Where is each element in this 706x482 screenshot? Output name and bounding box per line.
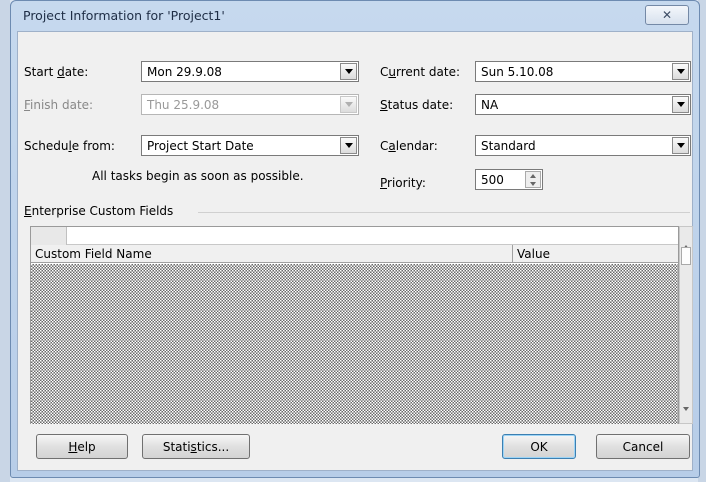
status-date-value: NA <box>481 98 499 112</box>
calendar-value: Standard <box>481 139 536 153</box>
label-text: inish date: <box>30 98 94 112</box>
chevron-down-icon[interactable] <box>672 137 689 154</box>
access-key: E <box>24 204 32 218</box>
column-header-custom-field-name[interactable]: Custom Field Name <box>35 247 152 261</box>
status-date-dropdown[interactable]: NA <box>475 94 691 115</box>
label-text: e from: <box>71 139 115 153</box>
title-bar[interactable]: Project Information for 'Project1' ✕ <box>11 1 699 31</box>
grid-edit-row[interactable] <box>31 227 678 245</box>
start-date-label: Start date: <box>24 65 88 79</box>
chevron-down-icon[interactable] <box>672 63 689 80</box>
grid-vertical-scrollbar[interactable] <box>679 226 693 425</box>
priority-label: Priority: <box>380 176 426 190</box>
column-divider[interactable] <box>512 245 513 263</box>
grid-header: Custom Field Name Value <box>31 245 678 263</box>
chevron-down-icon[interactable] <box>340 137 357 154</box>
spin-up-icon[interactable] <box>526 172 540 180</box>
chevron-down-icon[interactable] <box>340 63 357 80</box>
button-label: elp <box>77 439 96 454</box>
current-date-dropdown[interactable]: Sun 5.10.08 <box>475 61 691 82</box>
column-header-value[interactable]: Value <box>517 247 550 261</box>
close-icon: ✕ <box>661 8 673 22</box>
start-date-dropdown[interactable]: Mon 29.9.08 <box>141 61 359 82</box>
access-key: a <box>388 139 396 153</box>
section-divider <box>198 212 690 213</box>
button-label: Stati <box>162 439 191 454</box>
access-key: P <box>380 176 388 190</box>
finish-date-value: Thu 25.9.08 <box>147 98 220 112</box>
project-information-dialog: Project Information for 'Project1' ✕ Sta… <box>10 0 700 478</box>
access-key: S <box>380 98 388 112</box>
chevron-down-icon <box>340 96 357 113</box>
button-label: tics... <box>196 439 230 454</box>
schedule-from-value: Project Start Date <box>147 139 254 153</box>
access-key: d <box>57 65 65 79</box>
priority-value[interactable]: 500 <box>481 173 504 187</box>
label-text: Start <box>24 65 58 79</box>
custom-fields-grid[interactable]: Custom Field Name Value <box>30 226 679 424</box>
cancel-button[interactable]: Cancel <box>596 434 690 459</box>
close-button[interactable]: ✕ <box>645 5 689 25</box>
label-text: rrent date: <box>396 65 461 79</box>
schedule-from-dropdown[interactable]: Project Start Date <box>141 135 359 156</box>
current-date-value: Sun 5.10.08 <box>481 65 554 79</box>
grid-empty-area <box>31 264 678 424</box>
spinner-buttons[interactable] <box>525 171 541 188</box>
finish-date-label: Finish date: <box>24 98 93 112</box>
label-text: nterprise Custom Fields <box>31 204 174 218</box>
label-text: ate: <box>64 65 89 79</box>
schedule-hint: All tasks begin as soon as possible. <box>92 169 304 183</box>
access-key: u <box>388 65 396 79</box>
calendar-label: Calendar: <box>380 139 438 153</box>
dialog-title: Project Information for 'Project1' <box>23 8 225 23</box>
scroll-up-icon[interactable] <box>683 231 689 249</box>
background-app-left <box>0 0 10 482</box>
priority-spinner[interactable]: 500 <box>475 169 543 190</box>
scroll-thumb[interactable] <box>681 247 691 265</box>
spin-down-icon[interactable] <box>526 180 540 188</box>
current-date-label: Current date: <box>380 65 460 79</box>
scroll-down-icon[interactable] <box>683 407 689 425</box>
chevron-down-icon[interactable] <box>672 96 689 113</box>
label-text: Schedu <box>24 139 69 153</box>
schedule-from-label: Schedule from: <box>24 139 115 153</box>
dialog-client-area: Start date: Mon 29.9.08 Finish date: Thu… <box>17 31 693 471</box>
label-text: tatus date: <box>387 98 454 112</box>
ok-button[interactable]: OK <box>502 434 576 459</box>
enterprise-section-label: Enterprise Custom Fields <box>24 204 173 218</box>
help-button[interactable]: Help <box>36 434 128 459</box>
calendar-dropdown[interactable]: Standard <box>475 135 691 156</box>
access-key: H <box>68 439 78 454</box>
grid-corner-cell[interactable] <box>31 227 67 245</box>
label-text: lendar: <box>395 139 438 153</box>
label-text: riority: <box>387 176 426 190</box>
status-date-label: Status date: <box>380 98 453 112</box>
start-date-value: Mon 29.9.08 <box>147 65 222 79</box>
statistics-button[interactable]: Stati s tics... <box>142 434 250 459</box>
finish-date-dropdown: Thu 25.9.08 <box>141 94 359 115</box>
